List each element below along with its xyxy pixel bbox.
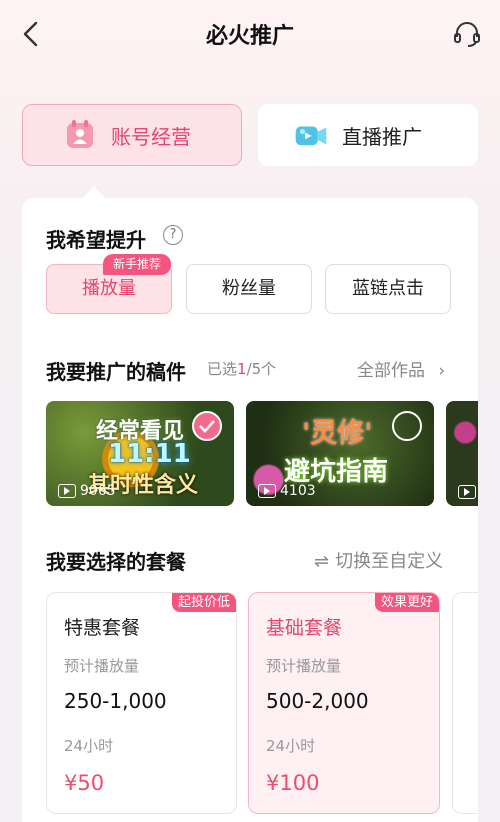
video-1-view-count: 9065 — [80, 483, 116, 499]
goal-option-bluelink-clicks[interactable]: 蓝链点击 — [325, 264, 451, 314]
top-bar: 必火推广 — [0, 0, 500, 70]
all-works-label: 全部作品 — [357, 361, 425, 381]
selected-suffix: /5个 — [246, 360, 277, 378]
package-2-badge: 效果更好 — [374, 593, 439, 612]
tab-live-promotion-label: 直播推广 — [342, 124, 422, 149]
video-1-views: 9065 — [58, 483, 116, 499]
package-1-range: 250-1,000 — [64, 689, 167, 713]
page-title: 必火推广 — [205, 24, 294, 49]
package-1-metric-label: 预计播放量 — [64, 657, 140, 675]
package-1-name: 特惠套餐 — [64, 617, 141, 639]
package-1-duration: 24小时 — [64, 737, 114, 755]
video-1-caption-line2: 11:11 — [108, 439, 191, 469]
all-works-link[interactable]: 全部作品 › — [357, 356, 445, 381]
headset-support-icon[interactable] — [452, 19, 482, 49]
package-2-name: 基础套餐 — [266, 617, 343, 639]
video-2-checkbox[interactable] — [392, 411, 422, 441]
chevron-right-icon: › — [438, 361, 446, 381]
video-thumbnail-3-partial[interactable] — [446, 401, 478, 506]
package-2-price: ¥100 — [266, 771, 320, 795]
package-2-duration: 24小时 — [266, 737, 316, 755]
switch-custom-button[interactable]: ⇌ 切换至自定义 — [314, 547, 443, 573]
video-1-checkbox[interactable] — [192, 411, 222, 441]
package-1-price: ¥50 — [64, 771, 105, 795]
video-thumbnail-2[interactable]: '灵修' 避坑指南 4103 — [246, 401, 434, 506]
selected-prefix: 已选 — [207, 360, 238, 378]
play-icon — [258, 484, 276, 498]
package-2-range: 500-2,000 — [266, 689, 369, 713]
package-card-discount[interactable]: 起投价低 特惠套餐 预计播放量 250-1,000 24小时 ¥50 — [46, 592, 237, 814]
video-3-views — [458, 485, 478, 499]
package-card-partial[interactable] — [452, 592, 478, 814]
video-2-views: 4103 — [258, 483, 316, 499]
tab-account-operation-label: 账号经营 — [111, 124, 191, 149]
selected-count: 已选1/5个 — [207, 358, 276, 379]
works-section-title: 我要推广的稿件 — [46, 360, 186, 384]
play-icon — [458, 485, 476, 499]
account-icon — [67, 120, 93, 148]
video-2-view-count: 4103 — [280, 483, 316, 499]
video-thumbnail-1[interactable]: 经常看见 11:11 其时性含义 9065 — [46, 401, 234, 506]
tab-live-promotion[interactable]: 直播推广 — [258, 104, 478, 166]
package-2-metric-label: 预计播放量 — [266, 657, 342, 675]
recommend-badge: 新手推荐 — [103, 254, 172, 275]
switch-custom-label: 切换至自定义 — [335, 551, 444, 572]
goal-section-title: 我希望提升 — [46, 228, 146, 252]
video-2-caption-line1: '灵修' — [302, 418, 373, 449]
tab-account-operation[interactable]: 账号经营 — [22, 104, 242, 166]
video-camera-icon — [295, 126, 327, 146]
package-1-badge: 起投价低 — [171, 593, 236, 612]
play-icon — [58, 484, 76, 498]
checkmark-icon — [199, 420, 215, 433]
swap-icon: ⇌ — [314, 551, 330, 572]
selected-number: 1 — [237, 360, 247, 378]
package-section-title: 我要选择的套餐 — [46, 550, 186, 574]
package-card-basic[interactable]: 效果更好 基础套餐 预计播放量 500-2,000 24小时 ¥100 — [248, 592, 440, 814]
help-icon[interactable]: ? — [163, 225, 183, 245]
goal-option-followers[interactable]: 粉丝量 — [186, 264, 312, 314]
